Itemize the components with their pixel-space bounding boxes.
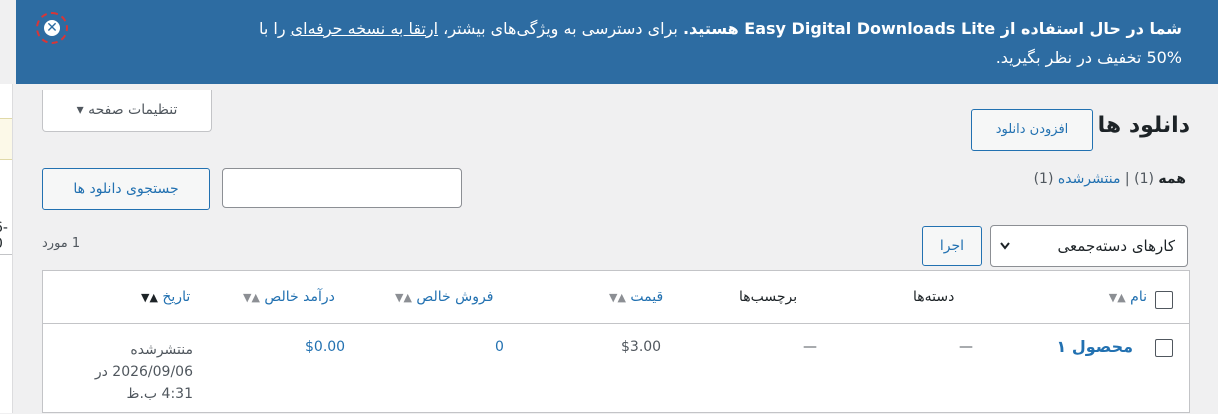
column-net-sales[interactable]: فروش خالص ▲▼ xyxy=(395,289,493,305)
bulk-actions-select[interactable]: کارهای دسته‌جمعی xyxy=(990,225,1188,267)
search-downloads-button[interactable]: جستجوی دانلود ها xyxy=(42,168,210,210)
page-title: دانلود ها xyxy=(1097,113,1190,138)
column-date-label: تاریخ xyxy=(162,289,191,305)
row-tags: — xyxy=(803,339,817,355)
bulk-actions-value: کارهای دسته‌جمعی xyxy=(1057,237,1175,255)
filter-published-link[interactable]: منتشرشده xyxy=(1058,171,1121,187)
sort-icon: ▲▼ xyxy=(395,291,412,304)
product-name-link[interactable]: محصول ۱ xyxy=(1057,337,1133,356)
column-name-label: نام xyxy=(1130,289,1147,305)
filter-all-count: (1) xyxy=(1134,171,1154,187)
row-categories: — xyxy=(959,339,973,355)
table-header: نام ▲▼ دسته‌ها برچسب‌ها قیمت ▲▼ فروش خال… xyxy=(43,271,1189,324)
column-date[interactable]: تاریخ ▲▼ xyxy=(141,289,190,305)
notice-bold-text: شما در حال استفاده از Easy Digital Downl… xyxy=(682,19,1182,38)
column-price[interactable]: قیمت ▲▼ xyxy=(609,289,663,305)
admin-menu-fragment: 6-0 xyxy=(0,84,13,413)
sort-icon: ▲▼ xyxy=(141,291,158,304)
side-fragment-text: 6-0 xyxy=(0,220,8,252)
column-net-sales-label: فروش خالص xyxy=(416,289,494,305)
dismiss-notice-button[interactable]: ✕ xyxy=(36,12,68,44)
filter-published-count: (1) xyxy=(1033,171,1054,187)
upgrade-link[interactable]: ارتقا به نسخه حرفه‌ای xyxy=(291,19,438,38)
notice-suffix-text: را با xyxy=(258,19,291,38)
upgrade-notice: شما در حال استفاده از Easy Digital Downl… xyxy=(16,0,1218,84)
row-date-value: 2026/09/06 در xyxy=(94,364,193,380)
column-name[interactable]: نام ▲▼ xyxy=(1109,289,1147,305)
column-categories: دسته‌ها xyxy=(913,289,955,305)
column-net-revenue[interactable]: درآمد خالص ▲▼ xyxy=(243,289,335,305)
screen-options-toggle[interactable]: تنظیمات صفحه ▾ xyxy=(42,90,212,132)
search-input[interactable] xyxy=(222,168,462,208)
status-filters: همه (1) | منتشرشده (1) xyxy=(1034,171,1186,187)
sort-icon: ▲▼ xyxy=(1108,291,1126,304)
row-date-time: 4:31 ب.ظ xyxy=(126,386,193,402)
row-date: منتشرشده 2026/09/06 در 4:31 ب.ظ xyxy=(93,339,193,405)
sort-icon: ▲▼ xyxy=(609,291,626,304)
select-all-checkbox[interactable] xyxy=(1155,291,1173,309)
filter-separator: | xyxy=(1124,171,1130,187)
notice-line-2: 50% تخفیف در نظر بگیرید. xyxy=(995,48,1182,67)
notice-text: شما در حال استفاده از Easy Digital Downl… xyxy=(82,14,1182,72)
apply-bulk-button[interactable]: اجرا xyxy=(922,226,982,266)
column-price-label: قیمت xyxy=(630,289,664,305)
sort-icon: ▲▼ xyxy=(243,291,260,304)
highlight-fragment xyxy=(0,118,12,160)
row-checkbox[interactable] xyxy=(1155,339,1173,357)
row-net-revenue[interactable]: $0.00 xyxy=(305,339,345,355)
column-tags: برچسب‌ها xyxy=(739,289,798,305)
row-price: $3.00 xyxy=(621,339,662,355)
add-download-button[interactable]: افزودن دانلود xyxy=(971,109,1093,151)
item-count: 1 مورد xyxy=(42,236,81,251)
table-row: محصول ۱ — — $3.00 0 $0.00 منتشرشده 2026/… xyxy=(43,323,1189,414)
row-date-status: منتشرشده xyxy=(130,342,193,358)
divider xyxy=(0,254,12,255)
row-net-sales[interactable]: 0 xyxy=(495,339,504,355)
column-net-revenue-label: درآمد خالص xyxy=(264,289,335,305)
notice-mid-text: برای دسترسی به ویژگی‌های بیشتر، xyxy=(438,19,683,38)
downloads-table: نام ▲▼ دسته‌ها برچسب‌ها قیمت ▲▼ فروش خال… xyxy=(42,270,1190,413)
close-icon: ✕ xyxy=(46,20,58,36)
filter-all-label[interactable]: همه xyxy=(1158,171,1186,187)
